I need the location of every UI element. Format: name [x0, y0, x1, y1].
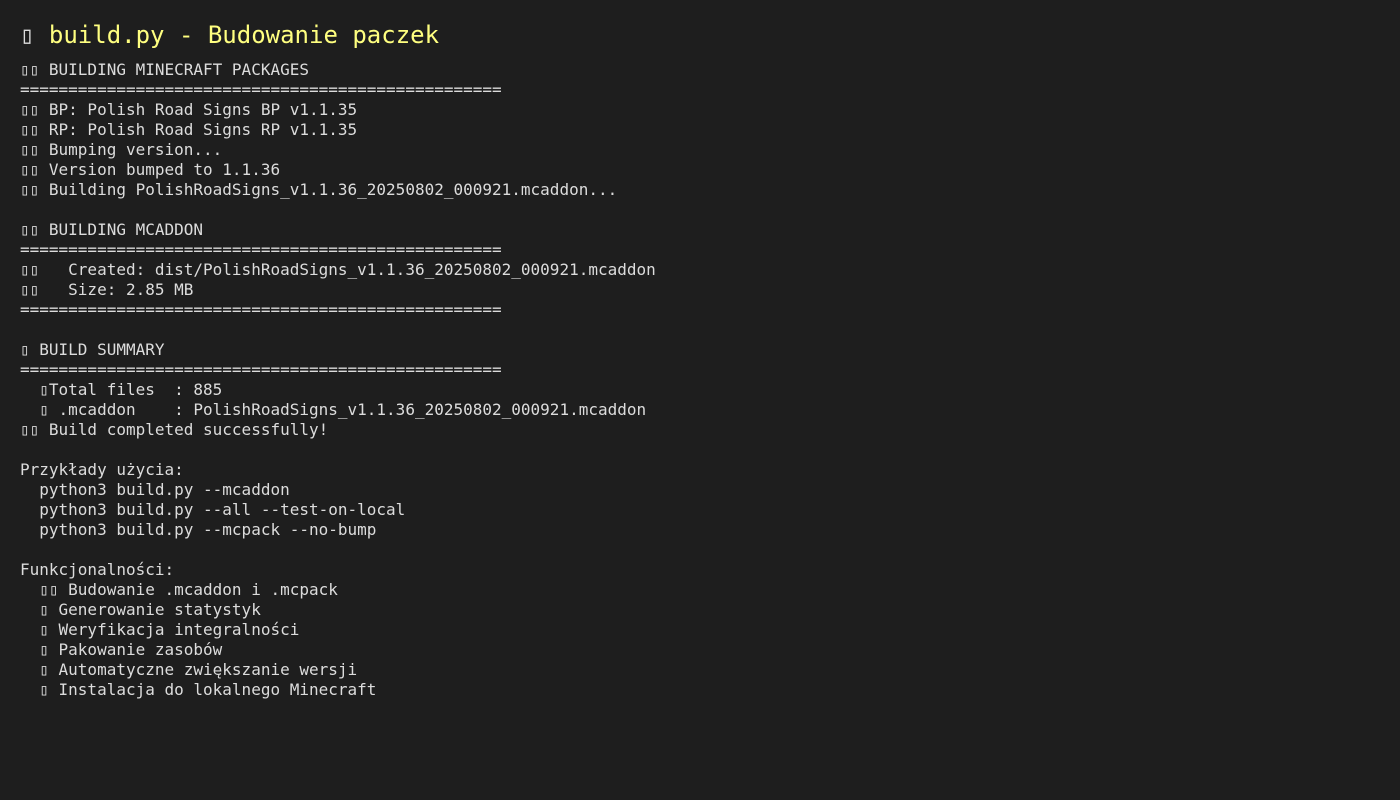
output-line: ▯▯ BUILDING MCADDON	[20, 220, 204, 239]
output-line: python3 build.py --mcaddon	[20, 480, 290, 499]
output-line: Funkcjonalności:	[20, 560, 175, 579]
page-title-text: build.py - Budowanie paczek	[48, 21, 440, 49]
output-line: ▯▯ BP: Polish Road Signs BP v1.1.35	[20, 100, 358, 119]
output-line: ▯▯ Version bumped to 1.1.36	[20, 160, 281, 179]
output-line: ▯▯ Build completed successfully!	[20, 420, 329, 439]
output-line: ▯ Instalacja do lokalnego Minecraft	[20, 680, 377, 699]
output-line: ▯ Pakowanie zasobów	[20, 640, 223, 659]
output-line: ========================================…	[20, 240, 502, 259]
output-line: Przykłady użycia:	[20, 460, 184, 479]
output-line: ▯▯ Bumping version...	[20, 140, 223, 159]
output-line: ========================================…	[20, 300, 502, 319]
output-line: ▯▯ RP: Polish Road Signs RP v1.1.35	[20, 120, 358, 139]
output-line: ▯▯ Created: dist/PolishRoadSigns_v1.1.36…	[20, 260, 656, 279]
output-line: python3 build.py --mcpack --no-bump	[20, 520, 377, 539]
output-line: ========================================…	[20, 360, 502, 379]
output-line: python3 build.py --all --test-on-local	[20, 500, 406, 519]
output-line: ▯▯ BUILDING MINECRAFT PACKAGES	[20, 60, 309, 79]
output-line: ▯▯ Budowanie .mcaddon i .mcpack	[20, 580, 338, 599]
terminal-output: ▯▯ BUILDING MINECRAFT PACKAGES ==========…	[20, 60, 1380, 700]
page-title: ▯ build.py - Budowanie paczek	[20, 20, 1380, 50]
package-icon: ▯	[20, 21, 35, 49]
output-line: ▯ .mcaddon : PolishRoadSigns_v1.1.36_202…	[20, 400, 647, 419]
output-line: ▯ Generowanie statystyk	[20, 600, 261, 619]
output-line: ▯▯ Building PolishRoadSigns_v1.1.36_2025…	[20, 180, 618, 199]
output-line: ▯ BUILD SUMMARY	[20, 340, 165, 359]
output-line: ▯▯ Size: 2.85 MB	[20, 280, 194, 299]
terminal-window: ▯ build.py - Budowanie paczek ▯▯ BUILDIN…	[0, 0, 1400, 800]
output-line: ▯Total files : 885	[20, 380, 223, 399]
output-line: ▯ Weryfikacja integralności	[20, 620, 300, 639]
output-line: ▯ Automatyczne zwiększanie wersji	[20, 660, 358, 679]
output-line: ========================================…	[20, 80, 502, 99]
